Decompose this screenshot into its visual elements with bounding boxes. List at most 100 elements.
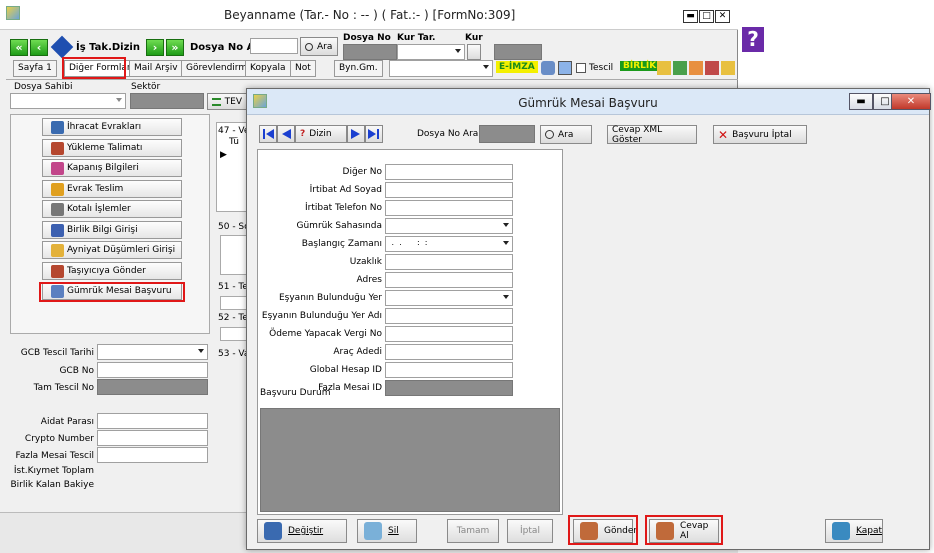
- basvuru-iptal-button[interactable]: ✕ Başvuru İptal: [713, 125, 807, 144]
- iptal-label: İptal: [520, 526, 540, 536]
- crypto-number-label: Crypto Number: [24, 434, 94, 444]
- tab-kopyala[interactable]: Kopyala: [245, 60, 291, 77]
- field-input[interactable]: [385, 200, 513, 216]
- sil-button[interactable]: Sil: [357, 519, 417, 543]
- side-menu-item[interactable]: Evrak Teslim: [42, 179, 182, 198]
- open-folder-icon[interactable]: [721, 61, 735, 75]
- side-menu-item[interactable]: İhracat Evrakları: [42, 118, 182, 136]
- dosya-no-ara-label-modal: Dosya No Ara: [417, 129, 479, 139]
- field-value: [386, 292, 389, 301]
- dizin-button[interactable]: ? Dizin: [295, 125, 347, 143]
- col-47b-label: Tü: [229, 137, 239, 147]
- prev-record-icon[interactable]: ‹: [30, 38, 48, 56]
- folder-icon[interactable]: [657, 61, 671, 75]
- kapat-button[interactable]: Kapat: [825, 519, 883, 543]
- dosya-sahibi-select[interactable]: [10, 93, 126, 109]
- field-input[interactable]: [385, 326, 513, 342]
- side-menu-label: Taşıyıcıya Gönder: [67, 265, 146, 276]
- side-menu-item[interactable]: Kapanış Bilgileri: [42, 159, 182, 177]
- ara-button[interactable]: Ara: [300, 37, 338, 56]
- ist-kiymet-toplam-label: İst.Kıymet Toplam: [13, 466, 94, 476]
- tamam-button[interactable]: Tamam: [447, 519, 499, 543]
- kur-tar-select[interactable]: [397, 44, 465, 60]
- cevap-xml-label: Cevap XML Göster: [612, 124, 663, 145]
- is-takip-label[interactable]: İş Tak.Dizin: [76, 42, 140, 53]
- search-icon: [545, 130, 554, 139]
- field-value: [386, 256, 389, 265]
- modal-ara-button[interactable]: Ara: [540, 125, 592, 144]
- field-input[interactable]: [385, 344, 513, 360]
- modal-close-button[interactable]: ✕: [891, 93, 931, 110]
- minimize-button[interactable]: ▬: [683, 10, 698, 23]
- dosya-sahibi-label: Dosya Sahibi: [14, 82, 73, 92]
- field-input[interactable]: [385, 254, 513, 270]
- field-input[interactable]: [385, 272, 513, 288]
- modal-titlebar: Gümrük Mesai Başvuru ▬ □ ✕: [247, 89, 931, 115]
- tab-mail-arsiv[interactable]: Mail Arşiv: [129, 60, 183, 77]
- refresh-icon[interactable]: [673, 61, 687, 75]
- last-nav-icon[interactable]: [365, 125, 383, 143]
- export-icon[interactable]: [689, 61, 703, 75]
- tescil-checkbox[interactable]: [576, 63, 586, 73]
- union-icon: [51, 223, 64, 237]
- shield-icon[interactable]: [541, 61, 555, 75]
- fazla-mesai-tescil-input[interactable]: [97, 447, 208, 463]
- info-icon[interactable]: [50, 35, 74, 59]
- field-value: [386, 310, 389, 319]
- field-input[interactable]: [385, 164, 513, 180]
- dosya-no-ara-input[interactable]: [250, 38, 298, 54]
- field-label: Eşyanın Bulunduğu Yer: [278, 293, 382, 303]
- deduction-icon: [51, 244, 64, 257]
- help-icon[interactable]: ?: [742, 27, 764, 52]
- eimza-button[interactable]: E-İMZA: [496, 61, 538, 73]
- side-menu-item[interactable]: Yükleme Talimatı: [42, 138, 182, 157]
- side-menu-item[interactable]: Ayniyat Düşümleri Girişi: [42, 241, 182, 259]
- aidat-parasi-input[interactable]: [97, 413, 208, 429]
- tab-sayfa-1[interactable]: Sayfa 1: [13, 60, 57, 77]
- grid-52: [220, 327, 248, 341]
- grid-50: [220, 235, 248, 275]
- main-window-title: Beyanname (Tar.- No : -- ) ( Fat.:- ) [F…: [224, 8, 516, 22]
- last-record-icon[interactable]: »: [165, 38, 184, 56]
- calendar-icon[interactable]: [467, 44, 481, 60]
- gcb-no-input[interactable]: [97, 362, 208, 378]
- col-53-label: 53 - Va: [218, 349, 250, 359]
- field-input[interactable]: [385, 362, 513, 378]
- next-nav-icon[interactable]: [347, 125, 365, 143]
- field-select[interactable]: [385, 218, 513, 234]
- maximize-button[interactable]: □: [699, 10, 714, 23]
- aidat-parasi-label: Aidat Parası: [40, 417, 94, 427]
- modal-minimize-button[interactable]: ▬: [849, 93, 873, 110]
- byn-gm-select[interactable]: [389, 60, 493, 77]
- birlik-button[interactable]: BİRLİK: [620, 61, 660, 71]
- tab-not[interactable]: Not: [290, 60, 316, 77]
- list-icon: [212, 97, 221, 106]
- modal-dosya-no-field[interactable]: [479, 125, 535, 143]
- prev-nav-icon[interactable]: [277, 125, 295, 143]
- field-input[interactable]: [385, 308, 513, 324]
- field-label: Araç Adedi: [333, 347, 382, 357]
- close-button[interactable]: ✕: [715, 10, 730, 23]
- cevap-xml-goster-button[interactable]: Cevap XML Göster: [607, 124, 697, 145]
- crypto-number-input[interactable]: [97, 430, 208, 446]
- field-input[interactable]: [385, 182, 513, 198]
- iptal-button[interactable]: İptal: [507, 519, 553, 543]
- carrier-icon: [51, 264, 64, 278]
- side-menu-item[interactable]: Taşıyıcıya Gönder: [42, 261, 182, 280]
- side-menu-item[interactable]: Birlik Bilgi Girişi: [42, 220, 182, 239]
- tools-icon[interactable]: [705, 61, 719, 75]
- field-select[interactable]: . . : :: [385, 236, 513, 252]
- document-icon[interactable]: [558, 61, 572, 75]
- field-label: İrtibat Ad Soyad: [309, 185, 382, 195]
- first-nav-icon[interactable]: [259, 125, 277, 143]
- first-record-icon[interactable]: «: [10, 38, 28, 56]
- side-menu-item[interactable]: Kotalı İşlemler: [42, 200, 182, 218]
- main-titlebar: Beyanname (Tar.- No : -- ) ( Fat.:- ) [F…: [0, 0, 738, 30]
- tev-button[interactable]: TEV: [207, 93, 247, 110]
- gcb-tescil-tarihi-select[interactable]: [97, 344, 208, 360]
- degistir-button[interactable]: Değiştir: [257, 519, 347, 543]
- field-value: [386, 364, 389, 373]
- field-select[interactable]: [385, 290, 513, 306]
- next-record-icon[interactable]: ›: [145, 38, 164, 56]
- tab-byn-gm[interactable]: Byn.Gm.: [334, 60, 383, 77]
